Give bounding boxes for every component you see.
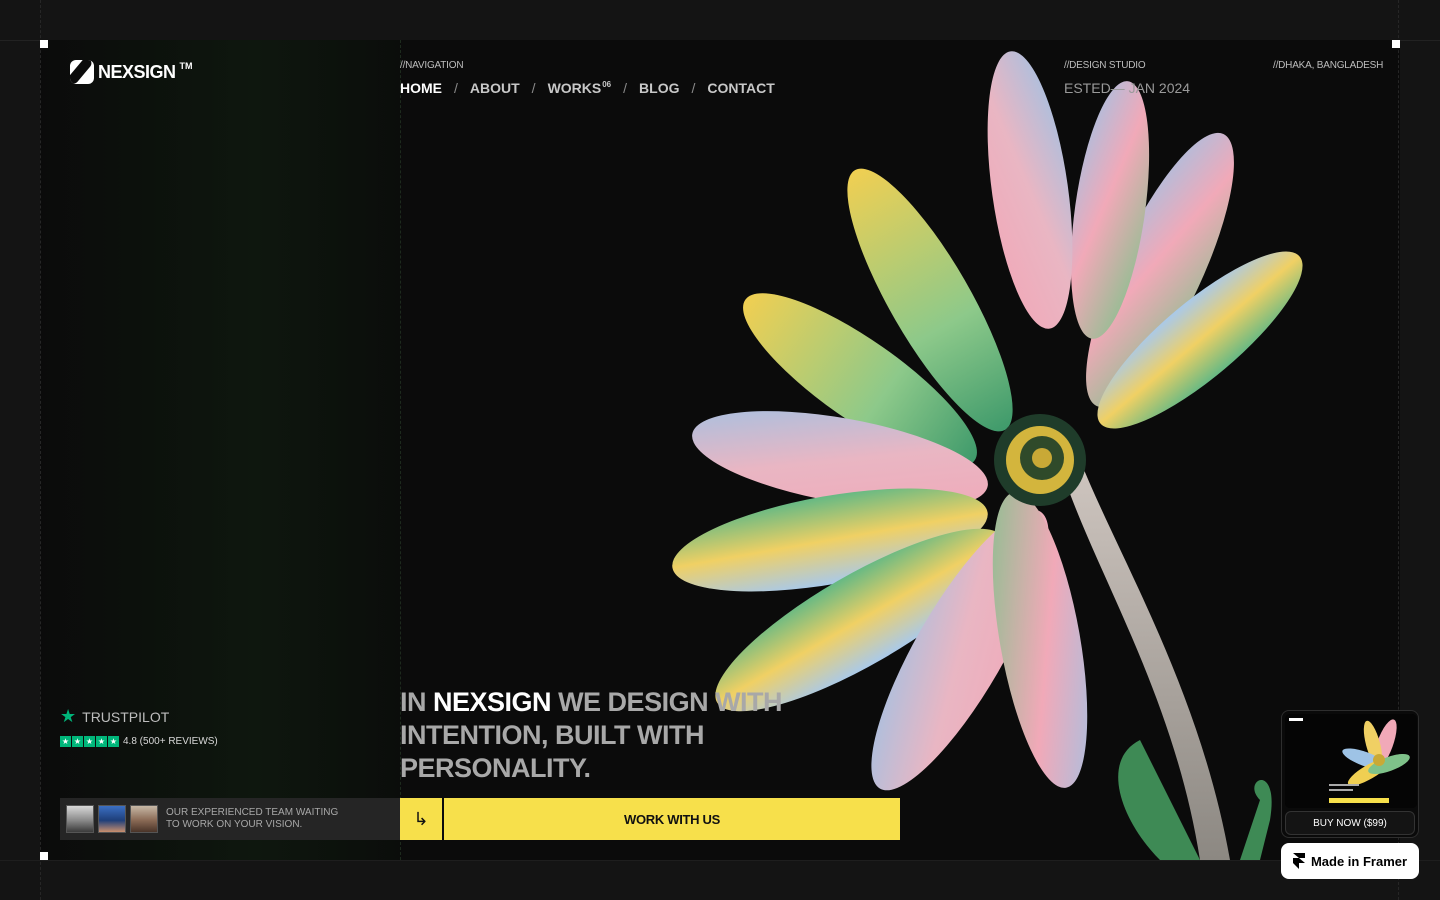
team-text-line2: TO WORK ON YOUR VISION. <box>166 819 303 830</box>
nav-separator: / <box>531 80 536 96</box>
trustpilot-star-icon: ★ <box>60 706 77 726</box>
rating-stars: ★ ★ ★ ★ ★ <box>60 736 119 747</box>
trademark: TM <box>179 61 193 71</box>
avatar <box>98 805 126 833</box>
arrow-button[interactable]: ↳ <box>400 798 442 840</box>
nav-about[interactable]: ABOUT <box>470 80 520 96</box>
studio-label: //DESIGN STUDIO <box>1064 60 1146 71</box>
headline-prefix: IN <box>400 687 427 717</box>
trustpilot-badge[interactable]: ★ TRUSTPILOT <box>60 706 169 727</box>
navigation-label: //NAVIGATION <box>400 60 464 71</box>
nav-works-label: WORKS <box>547 80 602 96</box>
logo[interactable]: NEXSIGN TM <box>70 60 193 84</box>
work-with-us-button[interactable]: WORK WITH US <box>444 798 900 840</box>
star-icon: ★ <box>60 736 71 747</box>
headline-brand: NEXSIGN <box>433 687 552 717</box>
star-icon: ★ <box>72 736 83 747</box>
trustpilot-label: TRUSTPILOT <box>82 708 170 725</box>
team-text: OUR EXPERIENCED TEAM WAITING TO WORK ON … <box>166 807 338 831</box>
star-icon: ★ <box>84 736 95 747</box>
nav-works[interactable]: WORKS06 <box>548 80 612 96</box>
logo-icon <box>70 60 94 84</box>
team-panel: OUR EXPERIENCED TEAM WAITING TO WORK ON … <box>60 798 400 840</box>
main-nav: HOME / ABOUT / WORKS06 / BLOG / CONTACT <box>400 80 775 96</box>
avatar <box>130 805 158 833</box>
thumbnail-flower-icon <box>1285 714 1417 808</box>
works-count: 06 <box>602 80 612 90</box>
corner-marker <box>40 40 48 48</box>
nav-contact[interactable]: CONTACT <box>707 80 774 96</box>
location-label: //DHAKA, BANGLADESH <box>1273 60 1384 71</box>
logo-text: NEXSIGN <box>98 61 176 82</box>
avatar <box>66 805 94 833</box>
trustpilot-rating: ★ ★ ★ ★ ★ 4.8 (500+ REVIEWS) <box>60 736 218 747</box>
template-preview[interactable]: BUY NOW ($99) <box>1281 710 1419 838</box>
nav-separator: / <box>454 80 458 96</box>
framer-label: Made in Framer <box>1310 853 1408 869</box>
nav-blog[interactable]: BLOG <box>639 80 679 96</box>
rating-text: 4.8 (500+ REVIEWS) <box>123 736 218 747</box>
hero-headline: IN NEXSIGN WE DESIGN WITH INTENTION, BUI… <box>400 686 820 785</box>
nav-separator: / <box>623 80 628 96</box>
nav-home[interactable]: HOME <box>400 80 442 96</box>
template-thumbnail <box>1285 714 1417 808</box>
made-in-framer-badge[interactable]: Made in Framer <box>1281 843 1419 879</box>
nav-separator: / <box>691 80 696 96</box>
team-text-line1: OUR EXPERIENCED TEAM WAITING <box>166 807 339 818</box>
established-date: ESTED— JAN 2024 <box>1064 80 1191 96</box>
corner-marker <box>40 852 48 860</box>
star-icon: ★ <box>108 736 119 747</box>
star-icon: ★ <box>96 736 107 747</box>
corner-marker <box>1392 40 1400 48</box>
framer-icon <box>1292 853 1305 869</box>
buy-now-button[interactable]: BUY NOW ($99) <box>1285 811 1415 835</box>
arrow-icon: ↳ <box>413 808 429 829</box>
